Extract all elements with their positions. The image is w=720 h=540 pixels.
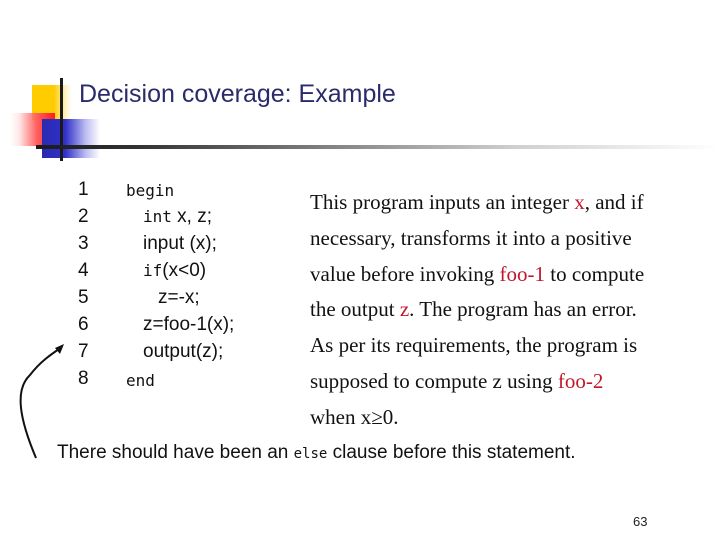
- code-line: z=-x;: [158, 287, 200, 308]
- highlight-foo-1: foo-1: [499, 261, 546, 286]
- text: , and if: [584, 190, 644, 214]
- code-line: if(x<0): [143, 260, 207, 281]
- text: . The program has an error.: [409, 297, 637, 322]
- line-number: 3: [78, 233, 89, 254]
- text: supposed to compute z using: [310, 368, 558, 393]
- slide-title: Decision coverage: Example: [79, 80, 396, 108]
- code-line: input (x);: [143, 233, 217, 254]
- code-line: z=foo-1(x);: [143, 314, 235, 335]
- blue-square-decoration: [42, 119, 100, 158]
- code-line: end: [126, 371, 155, 390]
- highlight-z: z: [399, 297, 410, 322]
- text: clause before this statement.: [327, 442, 576, 463]
- code-line: int x, z;: [143, 206, 213, 227]
- text: There should have been an: [57, 442, 294, 463]
- text: when x≥0.: [310, 404, 399, 429]
- else-keyword: else: [293, 446, 328, 462]
- line-number: 1: [78, 179, 89, 200]
- title-underline: [36, 145, 720, 149]
- line-number: 7: [78, 341, 89, 362]
- code-line: begin: [126, 181, 175, 200]
- line-number: 8: [78, 368, 89, 389]
- text: As per its requirements, the program is: [310, 333, 638, 358]
- program-description: This program inputs an integer x, and if…: [310, 185, 710, 436]
- text: This program inputs an integer: [310, 190, 575, 214]
- annotation-note: There should have been an else clause be…: [57, 442, 576, 464]
- line-number: 4: [78, 260, 89, 281]
- code-line: output(z);: [143, 341, 224, 362]
- text: necessary, transforms it into a positive: [310, 225, 632, 250]
- text: value before invoking: [310, 261, 500, 286]
- highlight-x: x: [574, 190, 585, 214]
- line-number: 5: [78, 287, 89, 308]
- highlight-foo-2: foo-2: [557, 368, 604, 393]
- page-number: 63: [633, 514, 648, 529]
- text: to compute: [545, 261, 645, 286]
- line-number: 6: [78, 314, 89, 335]
- line-number: 2: [78, 206, 89, 227]
- text: the output: [310, 297, 400, 322]
